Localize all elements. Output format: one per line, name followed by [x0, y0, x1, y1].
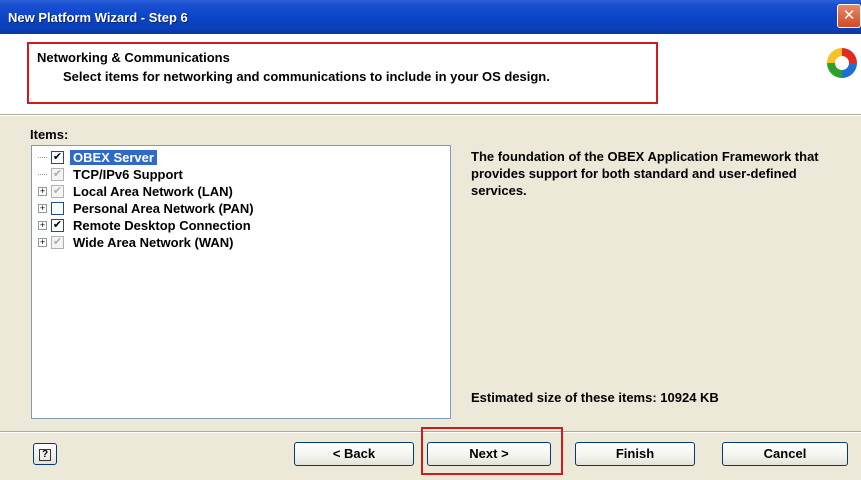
tree-item-tcp-ipv6[interactable]: ✔ TCP/IPv6 Support: [38, 166, 186, 183]
header-divider: [0, 114, 861, 116]
next-highlight-box: [421, 427, 563, 475]
back-button[interactable]: < Back: [294, 442, 414, 466]
header-highlight-box: Networking & Communications Select items…: [27, 42, 658, 104]
checkbox[interactable]: ✔: [51, 168, 64, 181]
items-label: Items:: [30, 127, 69, 142]
checkbox[interactable]: ✔: [51, 185, 64, 198]
tree-item-label: Personal Area Network (PAN): [73, 201, 254, 216]
tree-item-remote-desktop[interactable]: + ✔ Remote Desktop Connection: [38, 217, 254, 234]
expand-icon[interactable]: +: [38, 187, 47, 196]
tree-item-label: Local Area Network (LAN): [73, 184, 233, 199]
help-icon: ?: [39, 449, 51, 461]
tree-item-obex-server[interactable]: ✔ OBEX Server: [38, 149, 157, 166]
estimated-size: Estimated size of these items: 10924 KB: [471, 390, 719, 405]
checkbox[interactable]: ✔: [51, 219, 64, 232]
finish-button[interactable]: Finish: [575, 442, 695, 466]
header-description: Select items for networking and communic…: [63, 69, 550, 84]
tree-item-label: OBEX Server: [70, 150, 157, 165]
expand-icon[interactable]: +: [38, 221, 47, 230]
title-bar: New Platform Wizard - Step 6 ✕: [0, 0, 861, 34]
tree-connector: [38, 174, 47, 175]
tree-item-pan[interactable]: + Personal Area Network (PAN): [38, 200, 257, 217]
tree-item-wan[interactable]: + ✔ Wide Area Network (WAN): [38, 234, 236, 251]
items-tree[interactable]: ✔ OBEX Server ✔ TCP/IPv6 Support + ✔ Loc…: [31, 145, 451, 419]
tree-item-lan[interactable]: + ✔ Local Area Network (LAN): [38, 183, 236, 200]
wizard-logo-icon: [827, 48, 857, 78]
checkbox[interactable]: [51, 202, 64, 215]
checkbox[interactable]: ✔: [51, 151, 64, 164]
tree-connector: [38, 157, 47, 158]
tree-item-label: Remote Desktop Connection: [73, 218, 251, 233]
expand-icon[interactable]: +: [38, 204, 47, 213]
header-title: Networking & Communications: [37, 50, 230, 65]
expand-icon[interactable]: +: [38, 238, 47, 247]
tree-item-label: TCP/IPv6 Support: [73, 167, 183, 182]
close-button[interactable]: ✕: [837, 4, 861, 28]
wizard-header: Networking & Communications Select items…: [0, 34, 861, 114]
cancel-button[interactable]: Cancel: [722, 442, 848, 466]
help-button[interactable]: ?: [33, 443, 57, 465]
tree-item-label: Wide Area Network (WAN): [73, 235, 234, 250]
checkbox[interactable]: ✔: [51, 236, 64, 249]
item-description: The foundation of the OBEX Application F…: [471, 149, 819, 198]
window-title: New Platform Wizard - Step 6: [8, 9, 188, 25]
